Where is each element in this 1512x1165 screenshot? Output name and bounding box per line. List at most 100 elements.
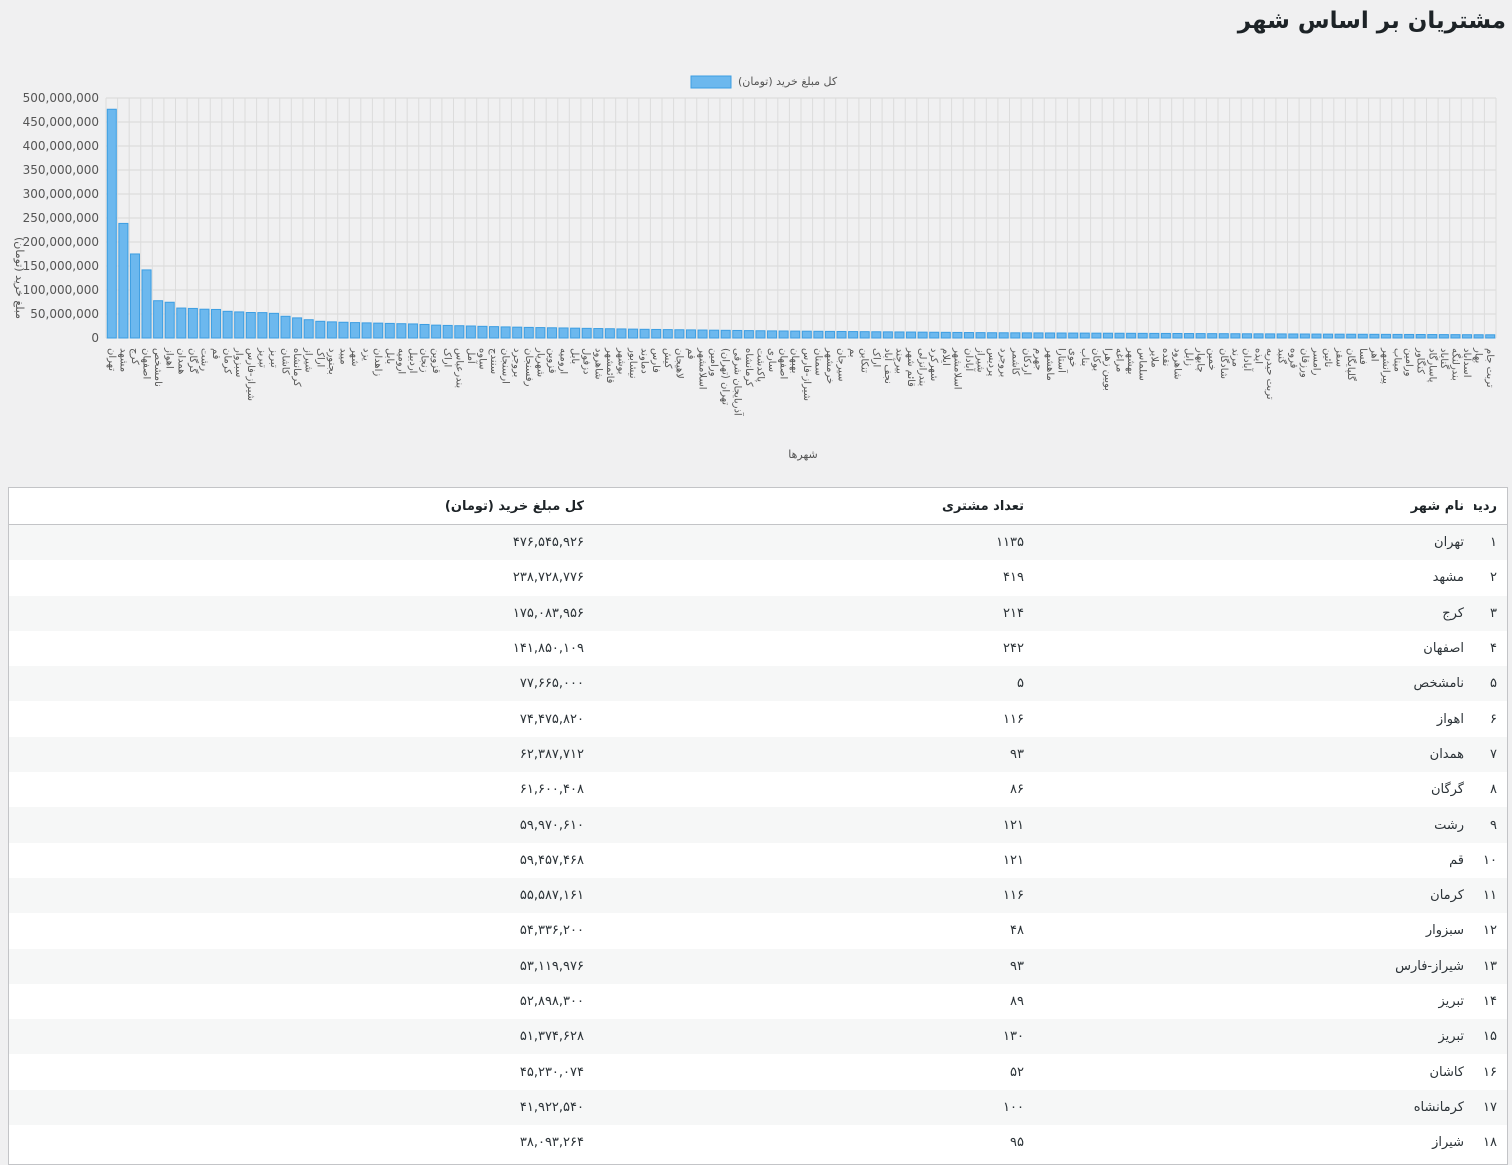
bar[interactable] (315, 320, 326, 339)
bar[interactable] (1473, 334, 1484, 339)
bar[interactable] (153, 300, 164, 339)
bar[interactable] (245, 312, 256, 339)
bar[interactable] (662, 329, 673, 339)
bar[interactable] (1392, 333, 1403, 339)
bar[interactable] (1253, 333, 1264, 339)
bar[interactable] (894, 331, 905, 339)
bar[interactable] (477, 325, 488, 339)
bar[interactable] (697, 329, 708, 339)
bar[interactable] (535, 327, 546, 339)
bar[interactable] (929, 331, 940, 339)
bar[interactable] (1288, 333, 1299, 339)
bar[interactable] (848, 331, 859, 339)
bar[interactable] (1021, 332, 1032, 339)
bar[interactable] (616, 328, 627, 339)
bar[interactable] (940, 331, 951, 339)
bar[interactable] (1369, 333, 1380, 339)
bar[interactable] (871, 331, 882, 339)
bar[interactable] (720, 329, 731, 339)
bar[interactable] (1149, 332, 1160, 339)
bar[interactable] (338, 321, 349, 339)
bar[interactable] (465, 325, 476, 339)
bar[interactable] (1450, 334, 1461, 339)
bar[interactable] (1311, 333, 1322, 339)
bar[interactable] (685, 329, 696, 339)
bar[interactable] (1068, 332, 1079, 339)
bar[interactable] (570, 327, 581, 339)
bar[interactable] (431, 324, 442, 339)
bar[interactable] (280, 315, 291, 339)
bar[interactable] (129, 253, 140, 339)
bar[interactable] (234, 311, 245, 339)
bar[interactable] (558, 327, 569, 339)
bar[interactable] (767, 330, 778, 339)
bar[interactable] (1079, 332, 1090, 339)
bar[interactable] (709, 329, 720, 339)
bar[interactable] (859, 331, 870, 339)
bar[interactable] (1218, 333, 1229, 339)
bar[interactable] (1462, 334, 1473, 339)
bar[interactable] (1184, 333, 1195, 339)
bar[interactable] (906, 331, 917, 339)
bar[interactable] (593, 328, 604, 339)
bar[interactable] (1137, 332, 1148, 339)
bar[interactable] (1415, 333, 1426, 339)
bar[interactable] (1485, 334, 1496, 339)
bar[interactable] (987, 332, 998, 339)
bar[interactable] (1438, 334, 1449, 339)
bar[interactable] (917, 331, 928, 339)
bar[interactable] (801, 330, 812, 339)
bar[interactable] (1404, 333, 1415, 339)
bar[interactable] (836, 330, 847, 339)
bar[interactable] (1346, 333, 1357, 339)
bar[interactable] (1195, 333, 1206, 339)
bar[interactable] (1357, 333, 1368, 339)
bar[interactable] (1230, 333, 1241, 339)
bar[interactable] (1102, 332, 1113, 339)
bar[interactable] (975, 332, 986, 339)
bar[interactable] (1114, 332, 1125, 339)
bar[interactable] (1334, 333, 1345, 339)
bar[interactable] (882, 331, 893, 339)
bar[interactable] (199, 308, 210, 339)
bar[interactable] (118, 222, 129, 339)
bar[interactable] (1323, 333, 1334, 339)
bar[interactable] (1427, 334, 1438, 339)
bar[interactable] (303, 319, 314, 339)
bar[interactable] (187, 307, 198, 339)
bar[interactable] (373, 322, 384, 339)
bar[interactable] (211, 308, 222, 339)
bar[interactable] (407, 323, 418, 339)
bar[interactable] (639, 328, 650, 339)
bar[interactable] (257, 312, 268, 339)
bar[interactable] (292, 317, 303, 339)
bar[interactable] (1207, 333, 1218, 339)
bar[interactable] (454, 325, 465, 339)
bar[interactable] (790, 330, 801, 339)
bar[interactable] (350, 322, 361, 339)
bar[interactable] (176, 307, 187, 339)
bar[interactable] (106, 108, 117, 339)
bar[interactable] (732, 329, 743, 339)
bar[interactable] (489, 326, 500, 339)
bar[interactable] (512, 326, 523, 339)
bar[interactable] (755, 330, 766, 339)
bar[interactable] (778, 330, 789, 339)
bar[interactable] (326, 321, 337, 339)
legend[interactable]: کل مبلغ خرید (تومان) (690, 75, 838, 89)
bar[interactable] (1045, 332, 1056, 339)
bar[interactable] (1091, 332, 1102, 339)
bar[interactable] (674, 329, 685, 339)
bar[interactable] (1160, 332, 1171, 339)
bar[interactable] (164, 301, 175, 339)
bar[interactable] (1056, 332, 1067, 339)
bar[interactable] (998, 332, 1009, 339)
bar[interactable] (651, 328, 662, 339)
bar[interactable] (1241, 333, 1252, 339)
bar[interactable] (963, 332, 974, 339)
bar[interactable] (581, 327, 592, 339)
bar[interactable] (628, 328, 639, 339)
bar[interactable] (361, 322, 372, 339)
bar[interactable] (1126, 332, 1137, 339)
bar[interactable] (268, 312, 279, 339)
